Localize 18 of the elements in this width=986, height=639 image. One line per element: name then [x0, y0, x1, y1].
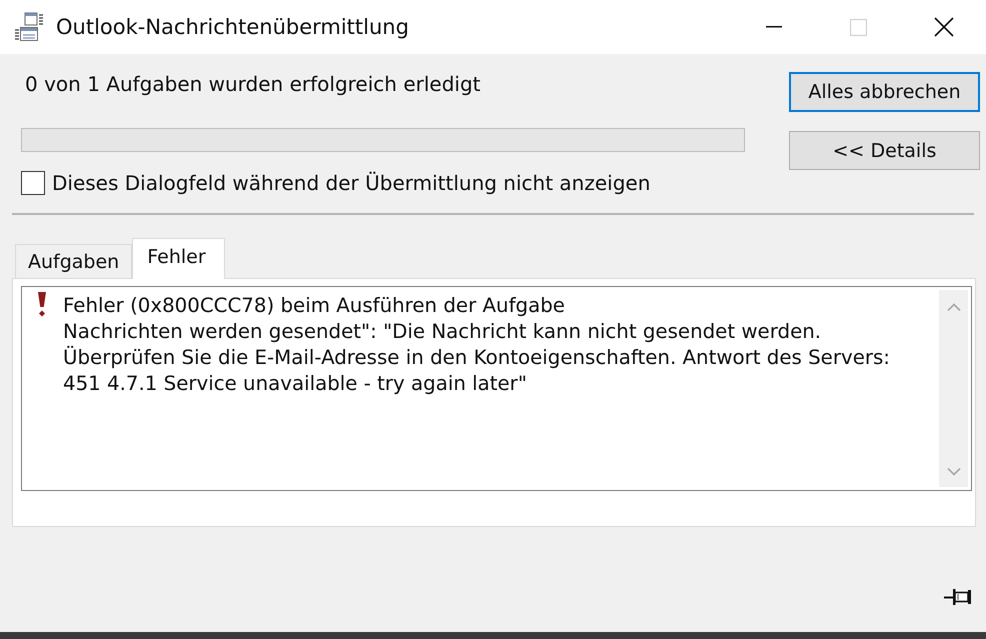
- scrollbar[interactable]: [939, 290, 968, 487]
- checkbox[interactable]: [21, 171, 45, 195]
- minimize-icon: [766, 26, 782, 28]
- pushpin-icon[interactable]: [944, 588, 972, 606]
- window-title: Outlook-Nachrichtenübermittlung: [56, 15, 409, 39]
- dialog-button[interactable]: << Details: [789, 131, 980, 170]
- tab[interactable]: Fehler: [132, 238, 225, 279]
- stacked-windows-icon: [14, 12, 44, 42]
- dialog-button[interactable]: Alles abbrechen: [789, 72, 980, 112]
- error-message: Fehler (0x800CCC78) beim Ausführen der Aufgabe Nachrichten werden gesendet": "Die Nachricht kann nicht gesendet werden. Überprüfen Sie die E-Mail-Adresse in den Kontoeigenschaften. Antwort des Servers: 451 4.7.1 Service unavailable - try again later": [63, 293, 890, 397]
- exclamation-icon: [36, 291, 48, 318]
- chevron-down-icon[interactable]: [946, 468, 960, 476]
- chevron-up-icon[interactable]: [946, 303, 960, 311]
- maximize-icon: [850, 18, 867, 36]
- tab[interactable]: Aufgaben: [15, 244, 132, 278]
- status-text: 0 von 1 Aufgaben wurden erfolgreich erledigt: [25, 72, 482, 96]
- close-icon: [934, 17, 954, 37]
- checkbox-label[interactable]: Dieses Dialogfeld während der Übermittlung nicht anzeigen: [52, 171, 650, 195]
